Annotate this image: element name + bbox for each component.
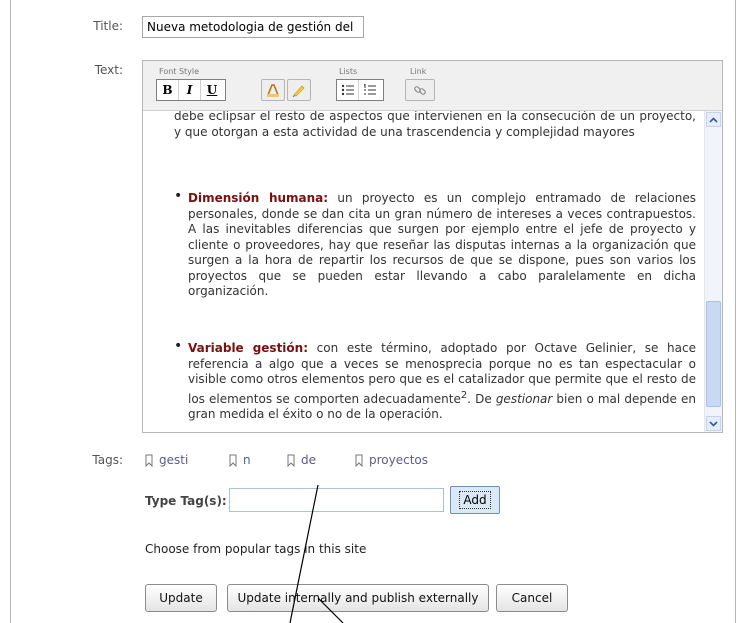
item1-text: un proyecto es un complejo entramado de … bbox=[188, 191, 696, 298]
rich-text-editor: Font Style B I U Lists Link debe eclipsa… bbox=[142, 60, 723, 433]
bullet-dot: • bbox=[174, 188, 183, 204]
scroll-thumb[interactable] bbox=[706, 301, 721, 407]
highlighter-icon bbox=[292, 85, 305, 98]
bold-button[interactable]: B bbox=[157, 80, 179, 100]
italic-button[interactable]: I bbox=[179, 80, 201, 100]
bullet-dot: • bbox=[174, 338, 183, 354]
item2-text-b: . De bbox=[467, 391, 496, 406]
update-and-publish-button[interactable]: Update internally and publish externally bbox=[227, 584, 489, 612]
lists-group-label: Lists bbox=[339, 67, 358, 76]
lists-group bbox=[336, 79, 384, 101]
text-label: Text: bbox=[94, 63, 123, 77]
intro-paragraph: debe eclipsar el resto de aspectos que i… bbox=[174, 111, 696, 139]
popular-tags-link[interactable]: Choose from popular tags in this site bbox=[145, 542, 366, 556]
tag-link[interactable]: de bbox=[287, 453, 316, 467]
cancel-button[interactable]: Cancel bbox=[496, 584, 568, 612]
text-color-button[interactable] bbox=[261, 79, 285, 101]
tag-input[interactable] bbox=[229, 488, 444, 512]
text-color-icon bbox=[267, 84, 279, 97]
scroll-up-button[interactable] bbox=[706, 112, 721, 127]
title-label: Title: bbox=[93, 19, 123, 33]
tag-label: n bbox=[243, 453, 251, 467]
numbered-list-icon bbox=[364, 84, 376, 95]
font-style-group: B I U bbox=[156, 79, 226, 101]
tag-label: de bbox=[301, 453, 316, 467]
add-tag-button[interactable]: Add bbox=[450, 486, 500, 514]
bookmark-icon bbox=[355, 454, 363, 467]
highlight-button[interactable] bbox=[287, 79, 311, 101]
chevron-down-icon bbox=[709, 420, 718, 427]
term-variable-gestion: Variable gestión: bbox=[188, 341, 309, 355]
update-button[interactable]: Update bbox=[145, 584, 217, 612]
title-input[interactable]: Nueva metodologia de gestión del bbox=[142, 16, 364, 38]
editor-content[interactable]: debe eclipsar el resto de aspectos que i… bbox=[143, 111, 704, 432]
scroll-down-button[interactable] bbox=[706, 416, 721, 431]
tag-label: gesti bbox=[159, 453, 189, 467]
editor-scrollbar[interactable] bbox=[704, 111, 722, 432]
item2-emphasis: gestionar bbox=[495, 391, 553, 406]
tag-link[interactable]: proyectos bbox=[355, 453, 428, 467]
chevron-up-icon bbox=[709, 116, 718, 123]
bookmark-icon bbox=[229, 454, 237, 467]
underline-button[interactable]: U bbox=[201, 80, 223, 100]
list-item-variable-gestion: Variable gestión: con este término, adop… bbox=[188, 341, 696, 423]
tag-label: proyectos bbox=[369, 453, 429, 467]
link-group-label: Link bbox=[410, 67, 427, 76]
numbered-list-button[interactable] bbox=[359, 80, 381, 100]
tag-link[interactable]: n bbox=[229, 453, 251, 467]
type-tags-label: Type Tag(s): bbox=[145, 494, 227, 508]
bullet-list-button[interactable] bbox=[337, 80, 359, 100]
tag-link[interactable]: gesti bbox=[145, 453, 188, 467]
font-style-group-label: Font Style bbox=[159, 67, 200, 76]
bookmark-icon bbox=[287, 454, 295, 467]
list-item-dimension-humana: Dimensión humana: un proyecto es un comp… bbox=[188, 191, 696, 300]
add-tag-label: Add bbox=[459, 491, 491, 509]
term-dimension-humana: Dimensión humana: bbox=[188, 191, 329, 205]
link-icon bbox=[414, 86, 426, 95]
bullet-list-icon bbox=[341, 84, 354, 96]
bookmark-icon bbox=[145, 454, 153, 467]
editor-toolbar: Font Style B I U Lists Link bbox=[143, 61, 722, 111]
link-button[interactable] bbox=[405, 79, 435, 101]
tags-label: Tags: bbox=[92, 453, 123, 467]
